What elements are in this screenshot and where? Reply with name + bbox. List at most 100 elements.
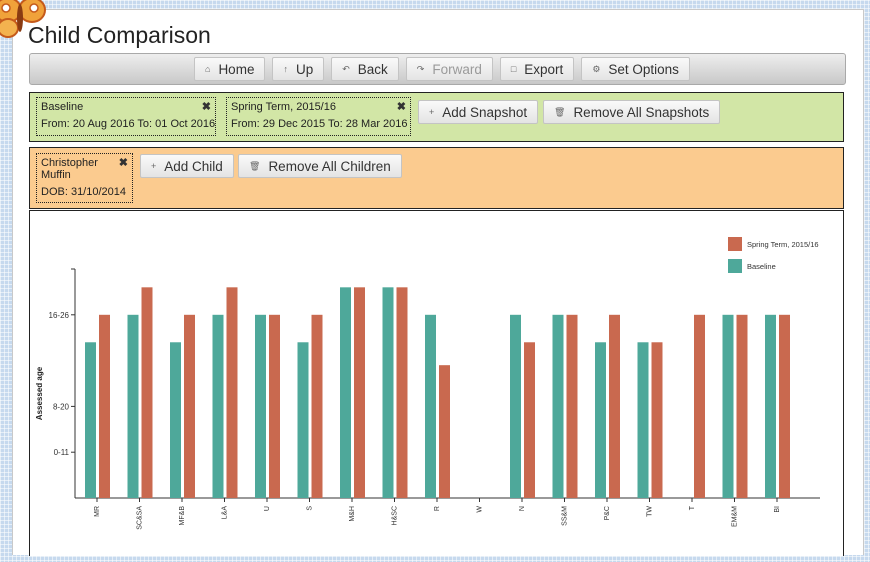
legend-label: Baseline xyxy=(747,262,776,271)
bar-spring-term xyxy=(566,314,578,498)
remove-all-children-label: Remove All Children xyxy=(268,158,391,174)
bar-spring-term xyxy=(311,314,323,498)
toolbar-button-label: Back xyxy=(357,61,388,77)
toolbar-button-label: Forward xyxy=(432,61,482,77)
close-icon[interactable]: ✖ xyxy=(397,100,406,113)
butterfly-logo xyxy=(0,0,46,42)
x-tick-label: M&H xyxy=(349,506,356,522)
plus-icon: + xyxy=(429,107,435,117)
forward-arrow-icon: ↷ xyxy=(416,63,425,74)
child-name: Christopher Muffin xyxy=(41,157,98,181)
bar-baseline xyxy=(552,314,564,498)
back-button[interactable]: ↶ Back xyxy=(331,57,399,81)
toolbar-button-label: Set Options xyxy=(608,61,679,77)
x-tick-label: P&C xyxy=(604,506,611,520)
bar-spring-term xyxy=(651,342,663,498)
x-tick-label: T xyxy=(689,505,696,510)
y-tick-label: 0-11 xyxy=(54,448,70,457)
bar-baseline xyxy=(595,342,606,498)
bar-spring-term xyxy=(396,287,408,498)
bar-baseline xyxy=(170,342,181,498)
add-child-button[interactable]: + Add Child xyxy=(140,154,234,178)
x-tick-label: L&A xyxy=(222,506,229,520)
toolbar-button-label: Home xyxy=(218,61,255,77)
bar-baseline xyxy=(85,342,96,498)
bar-spring-term xyxy=(779,314,790,498)
bar-baseline xyxy=(127,314,139,498)
toolbar-button-label: Up xyxy=(295,61,314,77)
y-tick-label: 8-20 xyxy=(53,402,70,411)
snapshot-dates: From: 20 Aug 2016 To: 01 Oct 2016 xyxy=(41,118,216,130)
toolbar: ⌂ Home ↑ Up ↶ Back ↷ Forward □ Export ⚙ Set Options xyxy=(29,53,846,85)
forward-button[interactable]: ↷ Forward xyxy=(405,57,493,81)
child-dob: DOB: 31/10/2014 xyxy=(41,186,127,198)
bar-baseline xyxy=(382,287,394,498)
x-tick-label: W xyxy=(477,506,484,513)
bar-spring-term xyxy=(226,287,238,498)
x-tick-label: N xyxy=(519,506,526,511)
x-tick-label: SS&M xyxy=(562,506,569,526)
bar-baseline xyxy=(340,287,351,498)
y-axis-label: Assessed age xyxy=(35,366,44,420)
bar-spring-term xyxy=(269,314,280,498)
x-tick-label: S xyxy=(307,506,314,511)
legend-swatch xyxy=(728,259,742,273)
set-options-button[interactable]: ⚙ Set Options xyxy=(581,57,690,81)
bar-baseline xyxy=(637,342,649,498)
x-tick-label: EM&M xyxy=(732,506,739,527)
snapshot-chip-baseline[interactable]: Baseline ✖ From: 20 Aug 2016 To: 01 Oct … xyxy=(36,97,216,136)
trash-icon: 🗑 xyxy=(249,160,261,171)
snapshot-bar: Baseline ✖ From: 20 Aug 2016 To: 01 Oct … xyxy=(29,92,844,142)
home-button[interactable]: ⌂ Home xyxy=(194,57,266,81)
remove-all-snapshots-label: Remove All Snapshots xyxy=(573,104,710,120)
x-tick-label: R xyxy=(434,506,441,511)
x-tick-label: TW xyxy=(647,506,654,517)
child-chip[interactable]: Christopher Muffin ✖ DOB: 31/10/2014 xyxy=(36,153,133,203)
x-tick-label: U xyxy=(264,506,271,511)
toolbar-buttons: ⌂ Home ↑ Up ↶ Back ↷ Forward □ Export ⚙ Set Options xyxy=(194,57,690,81)
bar-spring-term xyxy=(524,342,535,498)
x-tick-label: MF&B xyxy=(179,506,186,526)
bar-spring-term xyxy=(184,314,195,498)
comparison-chart: 0-11 8-20 16-26 Assessed age MR SC&SA MF&B L&A U… xyxy=(35,237,820,530)
document-icon: □ xyxy=(510,64,517,74)
remove-all-snapshots-button[interactable]: 🗑 Remove All Snapshots xyxy=(543,100,721,124)
export-button[interactable]: □ Export xyxy=(499,57,575,81)
home-icon: ⌂ xyxy=(205,64,211,74)
close-icon[interactable]: ✖ xyxy=(119,156,128,169)
bar-spring-term xyxy=(694,314,705,498)
bar-baseline xyxy=(212,314,224,498)
y-tick-label: 16-26 xyxy=(49,311,70,320)
arrow-up-icon: ↑ xyxy=(283,64,288,74)
add-snapshot-button[interactable]: + Add Snapshot xyxy=(418,100,539,124)
bar-baseline xyxy=(425,314,436,498)
x-tick-label: H&SC xyxy=(392,506,399,525)
x-tick-label: SC&SA xyxy=(137,506,144,530)
snapshot-chip-spring-term[interactable]: Spring Term, 2015/16 ✖ From: 29 Dec 2015… xyxy=(226,97,411,136)
chart-frame: 0-11 8-20 16-26 Assessed age MR SC&SA MF&B L&A U… xyxy=(29,210,844,556)
bar-baseline xyxy=(765,314,776,498)
add-snapshot-label: Add Snapshot xyxy=(442,104,528,120)
gear-icon: ⚙ xyxy=(592,63,601,74)
back-arrow-icon: ↶ xyxy=(342,63,350,74)
toolbar-button-label: Export xyxy=(524,61,564,77)
bar-spring-term xyxy=(99,314,110,498)
bar-spring-term xyxy=(439,365,450,498)
snapshot-name: Baseline xyxy=(41,101,84,113)
add-child-label: Add Child xyxy=(164,158,223,174)
bar-spring-term xyxy=(609,314,620,498)
legend-label: Spring Term, 2015/16 xyxy=(747,240,819,249)
bar-spring-term xyxy=(141,287,153,498)
bar-baseline xyxy=(297,342,309,498)
remove-all-children-button[interactable]: 🗑 Remove All Children xyxy=(238,154,402,178)
bar-baseline xyxy=(255,314,266,498)
x-tick-label: MR xyxy=(94,506,101,517)
up-button[interactable]: ↑ Up xyxy=(272,57,325,81)
snapshot-dates: From: 29 Dec 2015 To: 28 Mar 2016 xyxy=(231,118,408,130)
close-icon[interactable]: ✖ xyxy=(202,100,211,113)
page-title: Child Comparison xyxy=(28,22,211,48)
bar-spring-term xyxy=(736,314,748,498)
bar-spring-term xyxy=(354,287,365,498)
trash-icon: 🗑 xyxy=(554,106,566,117)
main-panel: Child Comparison ⌂ Home ↑ Up ↶ Back ↷ Forward □ E… xyxy=(12,9,864,556)
